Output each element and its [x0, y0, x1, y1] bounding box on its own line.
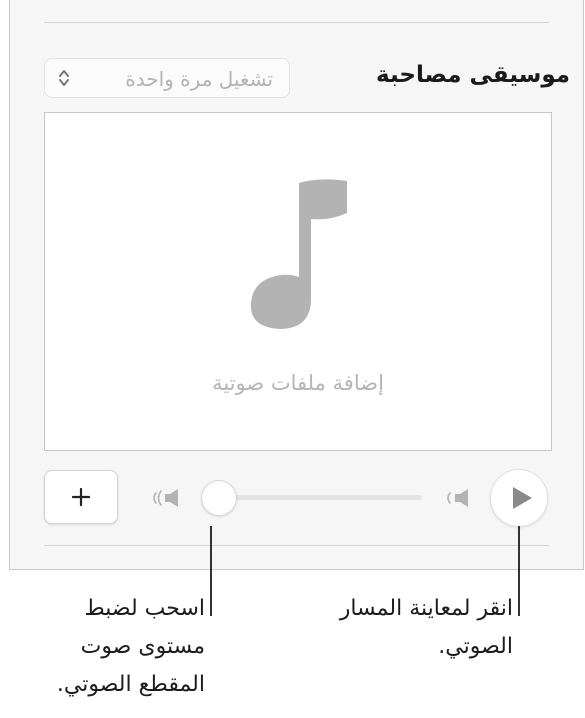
bottom-divider — [44, 545, 549, 546]
section-title: موسيقى مصاحبة — [376, 62, 570, 88]
chevron-updown-icon — [59, 70, 69, 86]
play-callout-line-1: انقر لمعاينة المسار — [339, 596, 513, 621]
audio-drop-zone[interactable]: إضافة ملفات صوتية — [44, 112, 552, 451]
speaker-high-icon — [447, 489, 468, 507]
play-callout-text: انقر لمعاينة المسار الصوتي. — [340, 590, 513, 666]
volume-callout-line-3: المقطع الصوتي. — [56, 672, 205, 697]
add-audio-button[interactable] — [44, 470, 118, 524]
soundtrack-panel: موسيقى مصاحبة تشغيل مرة واحدة إضافة ملفا… — [9, 0, 584, 570]
volume-slider-thumb[interactable] — [202, 481, 236, 515]
music-note-icon — [250, 179, 347, 329]
plus-icon — [71, 487, 91, 507]
play-icon — [513, 487, 532, 509]
volume-callout-line-1: اسحب لضبط — [84, 596, 205, 621]
playback-mode-value: تشغيل مرة واحدة — [125, 67, 273, 91]
speaker-low-icon — [153, 489, 178, 507]
play-preview-button[interactable] — [491, 470, 547, 526]
playback-mode-popup[interactable]: تشغيل مرة واحدة — [44, 58, 290, 98]
volume-slider-track[interactable] — [206, 495, 422, 500]
play-callout-line-2: الصوتي. — [438, 634, 513, 659]
top-divider — [44, 22, 549, 23]
add-audio-files-label: إضافة ملفات صوتية — [212, 371, 384, 395]
volume-callout-line — [210, 526, 212, 616]
volume-callout-text: اسحب لضبط مستوى صوت المقطع الصوتي. — [57, 590, 205, 704]
volume-callout-line-2: مستوى صوت — [80, 634, 205, 659]
play-callout-line — [518, 526, 520, 616]
